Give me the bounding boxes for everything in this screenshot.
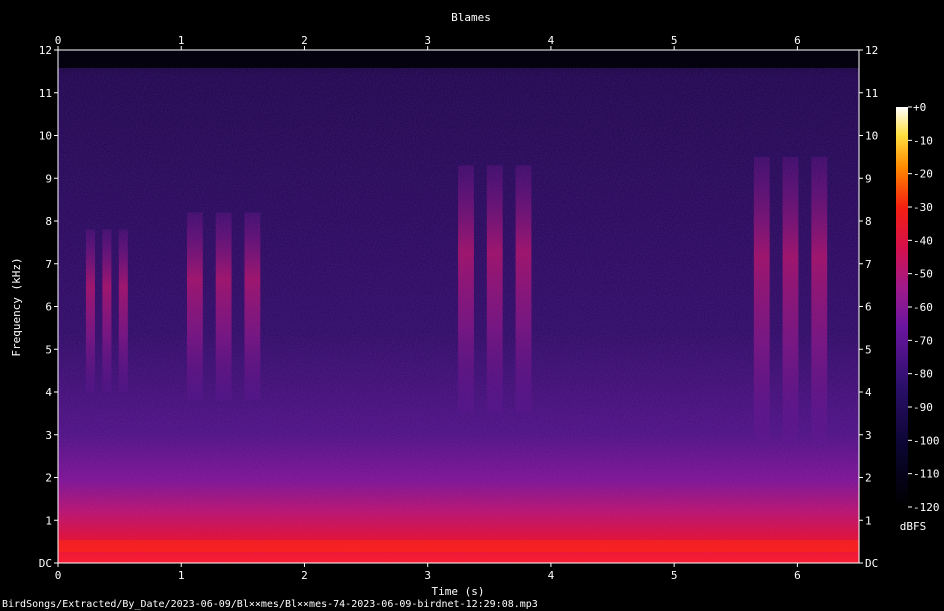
y-tick-label-left: 1 <box>45 514 52 527</box>
colorbar-gradient <box>896 107 908 507</box>
y-tick-label-left: 11 <box>39 87 52 100</box>
y-tick-label-right: 10 <box>865 130 878 143</box>
bird-call-stripe <box>515 165 532 414</box>
colorbar-tick-label: -50 <box>913 268 933 281</box>
y-tick-label-left: 9 <box>45 172 52 185</box>
bird-call-stripe <box>118 229 128 392</box>
x-tick-label-bottom: 3 <box>424 569 431 582</box>
colorbar-tick-label: -40 <box>913 234 933 247</box>
y-tick-label-right: 7 <box>865 258 872 271</box>
y-tick-label-right: 4 <box>865 386 872 399</box>
y-tick-label-right: 9 <box>865 172 872 185</box>
bird-call-stripe <box>102 229 112 392</box>
colorbar-tick-label: -20 <box>913 168 933 181</box>
y-tick-label-right: 6 <box>865 301 872 314</box>
colorbar-tick-label: -110 <box>913 468 940 481</box>
colorbar-tick-label: -100 <box>913 434 940 447</box>
colorbar-tick-label: +0 <box>913 101 926 114</box>
y-tick-label-left: 2 <box>45 472 52 485</box>
y-tick-label-right: 2 <box>865 472 872 485</box>
low-frequency-peak-band <box>58 540 859 552</box>
x-tick-label-top: 6 <box>794 34 801 47</box>
colorbar-tick-label: -120 <box>913 501 940 514</box>
y-tick-label-right: 3 <box>865 429 872 442</box>
y-tick-label-left: 4 <box>45 386 52 399</box>
colorbar-label: dBFS <box>900 520 927 533</box>
bird-call-stripe <box>782 156 799 444</box>
bird-call-stripe <box>85 229 95 392</box>
y-tick-label-left: 10 <box>39 130 52 143</box>
bird-call-stripe <box>811 156 828 444</box>
x-tick-label-top: 1 <box>178 34 185 47</box>
y-tick-label-left: 7 <box>45 258 52 271</box>
x-tick-label-top: 5 <box>671 34 678 47</box>
bird-call-stripe <box>753 156 770 444</box>
spectrogram-chart: Blames 00112233445566DC DC1 12 23 34 45 56 67 78… <box>10 11 940 598</box>
chart-title: Blames <box>451 11 491 24</box>
bird-call-stripe <box>486 165 503 414</box>
x-tick-label-top: 3 <box>424 34 431 47</box>
plot-area <box>57 49 860 564</box>
x-axis-label: Time (s) <box>432 585 485 598</box>
y-tick-label-right: 1 <box>865 514 872 527</box>
colorbar-tick-label: -60 <box>913 301 933 314</box>
y-tick-label-right: 12 <box>865 44 878 57</box>
colorbar-ticks: +0 -10 -20 -30 -40 -50 -60 -70 -80 -90 -100 -110 -12… <box>908 101 940 514</box>
x-tick-label-top: 2 <box>301 34 308 47</box>
y-tick-label-left: DC <box>39 557 52 570</box>
y-tick-label-right: 11 <box>865 87 878 100</box>
x-tick-label-bottom: 4 <box>548 569 555 582</box>
colorbar-tick-label: -10 <box>913 134 933 147</box>
spectrogram-top-quiet-band <box>58 50 859 68</box>
x-tick-label-bottom: 2 <box>301 569 308 582</box>
x-tick-label-bottom: 5 <box>671 569 678 582</box>
y-tick-label-right: 8 <box>865 215 872 228</box>
colorbar-tick-label: -30 <box>913 201 933 214</box>
x-tick-label-bottom: 1 <box>178 569 185 582</box>
bird-call-stripe <box>215 212 232 401</box>
colorbar-tick-label: -70 <box>913 334 933 347</box>
y-axis-label: Frequency (kHz) <box>10 257 23 356</box>
x-tick-label-bottom: 6 <box>794 569 801 582</box>
colorbar: +0 -10 -20 -30 -40 -50 -60 -70 -80 -90 -100 -110 -12… <box>896 101 940 533</box>
colorbar-tick-label: -90 <box>913 401 933 414</box>
y-tick-label-right: DC <box>865 557 878 570</box>
file-path-footer: BirdSongs/Extracted/By_Date/2023-06-09/B… <box>2 599 538 610</box>
bird-call-stripe <box>186 212 203 401</box>
y-tick-label-right: 5 <box>865 343 872 356</box>
bird-call-stripe <box>244 212 261 401</box>
y-tick-label-left: 5 <box>45 343 52 356</box>
x-tick-label-bottom: 0 <box>55 569 62 582</box>
bird-call-stripe <box>458 165 474 414</box>
x-tick-label-top: 0 <box>55 34 62 47</box>
colorbar-tick-label: -80 <box>913 368 933 381</box>
y-tick-label-left: 6 <box>45 301 52 314</box>
y-tick-label-left: 8 <box>45 215 52 228</box>
y-tick-label-left: 12 <box>39 44 52 57</box>
y-tick-label-left: 3 <box>45 429 52 442</box>
x-tick-label-top: 4 <box>548 34 555 47</box>
